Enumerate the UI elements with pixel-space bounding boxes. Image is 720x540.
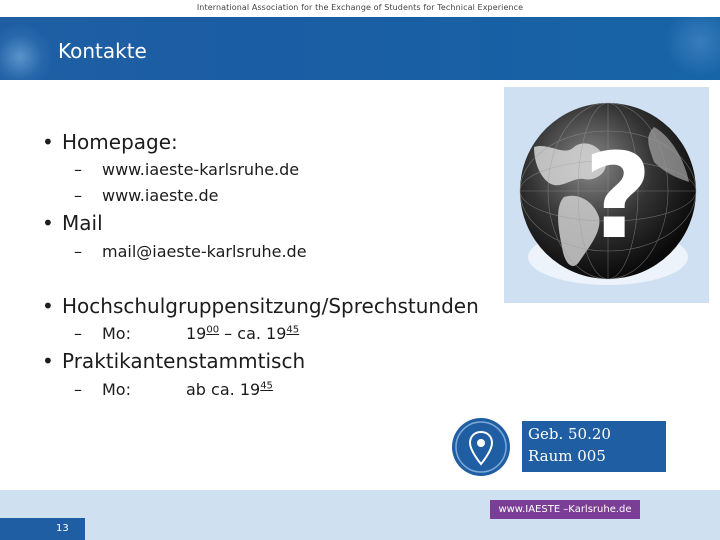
dash: – [74,380,82,399]
bullet-dot: • [42,211,54,235]
mail-address[interactable]: – mail@iaeste-karlsruhe.de [74,242,307,261]
homepage-link-2[interactable]: – www.iaeste.de [74,186,219,205]
homepage-link-1[interactable]: – www.iaeste-karlsruhe.de [74,160,299,179]
dash: – [74,186,82,205]
building-text: Geb. 50.20 [528,425,611,443]
meeting-sep: – ca. 19 [219,324,287,343]
page-number: 13 [0,518,85,540]
bullet-dot: • [42,130,54,154]
room-text: Raum 005 [528,447,606,465]
meeting-day: Mo: [102,324,131,343]
meeting-start-sup: 00 [206,324,220,336]
location-box: Geb. 50.20 Raum 005 [522,421,666,472]
dash: – [74,324,82,343]
title-bar: Kontakte [0,17,720,80]
stammtisch-start: ab ca. 19 [186,380,261,399]
map-pin-icon [455,421,507,473]
stammtisch-time: – Mo: ab ca. 1945 [74,380,273,399]
meeting-end-sup: 45 [286,324,300,336]
dash: – [74,242,82,261]
stammtisch-label: Praktikantenstammtisch [62,349,306,373]
dash: – [74,160,82,179]
mail-label: Mail [62,211,103,235]
meeting-label: Hochschulgruppensitzung/Sprechstunden [62,294,479,318]
slide-title: Kontakte [58,39,147,63]
location-badge [452,418,510,476]
footer-website-link[interactable]: www.IAESTE –Karlsruhe.de [490,500,640,519]
homepage-link-text[interactable]: www.iaeste.de [102,186,219,205]
bullet-dot: • [42,294,54,318]
homepage-link-text[interactable]: www.iaeste-karlsruhe.de [102,160,299,179]
bullet-meeting: • Hochschulgruppensitzung/Sprechstunden [42,294,479,318]
globe-question-image: ? [504,87,709,303]
bullet-stammtisch: • Praktikantenstammtisch [42,349,305,373]
meeting-time: – Mo: 1900 – ca. 1945 [74,324,299,343]
homepage-label: Homepage: [62,130,178,154]
bullet-mail: • Mail [42,211,103,235]
org-caption: International Association for the Exchan… [196,3,524,12]
globe-question-icon: ? [519,102,697,285]
stammtisch-day: Mo: [102,380,131,399]
mail-address-text[interactable]: mail@iaeste-karlsruhe.de [102,242,307,261]
meeting-start: 19 [186,324,207,343]
bullet-homepage: • Homepage: [42,130,178,154]
question-mark: ? [584,127,652,265]
stammtisch-sup: 45 [260,380,273,392]
bullet-dot: • [42,349,54,373]
